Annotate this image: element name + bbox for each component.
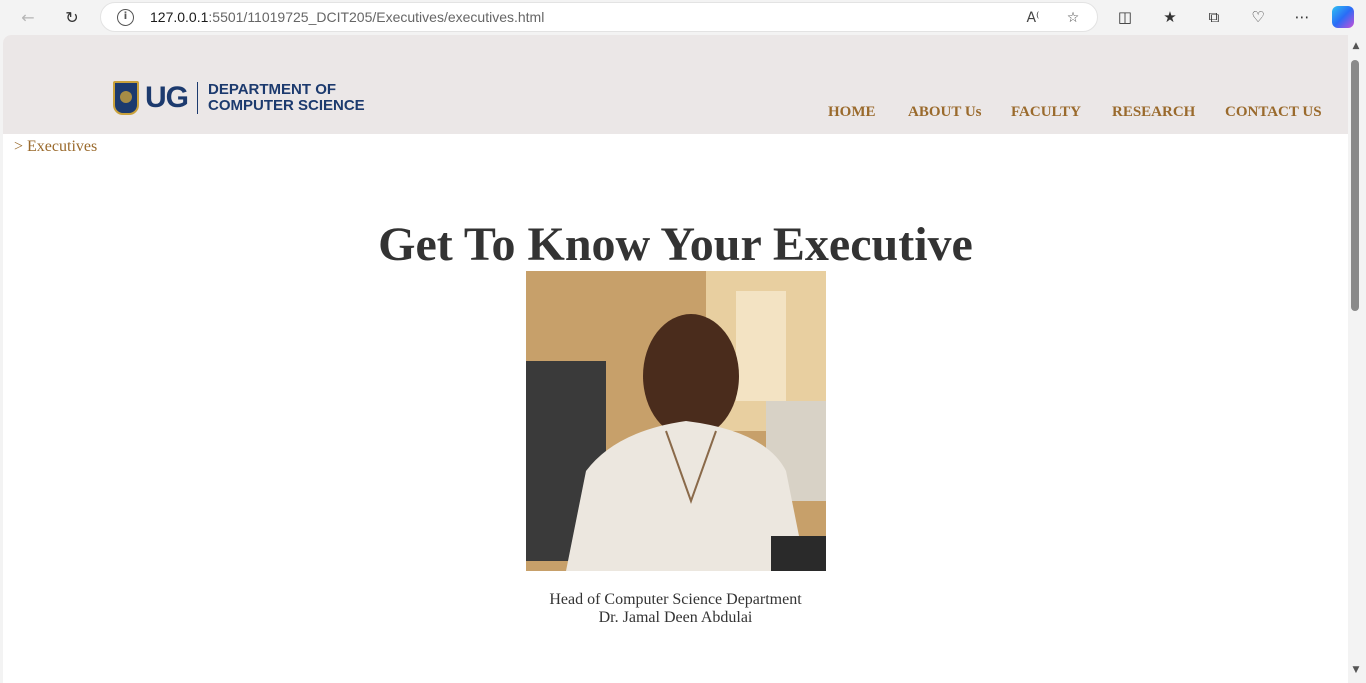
scrollbar-thumb[interactable]	[1351, 60, 1359, 311]
address-bar[interactable]: i 127.0.0.1:5501/11019725_DCIT205/Execut…	[100, 2, 1098, 32]
breadcrumb: > Executives	[14, 138, 98, 155]
ug-crest-icon	[113, 81, 139, 115]
url-path: :5501/11019725_DCIT205/Executives/execut…	[208, 9, 545, 25]
favorite-star-icon[interactable]: ☆	[1063, 8, 1083, 28]
page-title: Get To Know Your Executive	[378, 218, 973, 271]
browser-toolbar: ← ↻ i 127.0.0.1:5501/11019725_DCIT205/Ex…	[0, 0, 1366, 35]
back-arrow-icon[interactable]: ←	[14, 4, 42, 30]
favorites-icon[interactable]: ★	[1159, 6, 1181, 28]
page-scrollbar[interactable]: ▲ ▼	[1348, 35, 1366, 683]
executive-name: Dr. Jamal Deen Abdulai	[598, 609, 753, 626]
site-info-icon[interactable]: i	[117, 9, 134, 26]
nav-home[interactable]: HOME	[828, 104, 876, 121]
url-host: 127.0.0.1	[150, 9, 209, 25]
executive-photo	[526, 271, 826, 571]
collections-icon[interactable]: ⧉	[1203, 6, 1225, 28]
scroll-down-icon[interactable]: ▼	[1350, 665, 1362, 675]
read-aloud-icon[interactable]: A⁽	[1023, 8, 1043, 28]
nav-about[interactable]: ABOUT Us	[908, 104, 982, 121]
split-screen-icon[interactable]: ◫	[1114, 6, 1136, 28]
copilot-icon[interactable]	[1332, 6, 1354, 28]
browser-essentials-icon[interactable]: ♡	[1247, 6, 1269, 28]
ug-logo[interactable]: UG DEPARTMENT OF COMPUTER SCIENCE	[113, 80, 365, 116]
nav-faculty[interactable]: FACULTY	[1011, 104, 1081, 121]
nav-research[interactable]: RESEARCH	[1112, 104, 1195, 121]
logo-line-1: DEPARTMENT OF	[208, 81, 337, 98]
scroll-up-icon[interactable]: ▲	[1350, 41, 1362, 51]
page-viewport: UG DEPARTMENT OF COMPUTER SCIENCE HOME A…	[3, 35, 1348, 683]
site-header: UG DEPARTMENT OF COMPUTER SCIENCE HOME A…	[3, 35, 1348, 134]
executive-role: Head of Computer Science Department	[549, 591, 802, 608]
reload-icon[interactable]: ↻	[58, 4, 86, 30]
url-text[interactable]: 127.0.0.1:5501/11019725_DCIT205/Executiv…	[150, 9, 544, 25]
logo-department: DEPARTMENT OF COMPUTER SCIENCE	[208, 82, 365, 114]
nav-contact[interactable]: CONTACT US	[1225, 104, 1322, 121]
logo-ug-text: UG	[145, 81, 189, 114]
logo-divider	[197, 82, 198, 114]
more-menu-icon[interactable]: ⋯	[1291, 6, 1313, 28]
logo-line-2: COMPUTER SCIENCE	[208, 97, 365, 114]
